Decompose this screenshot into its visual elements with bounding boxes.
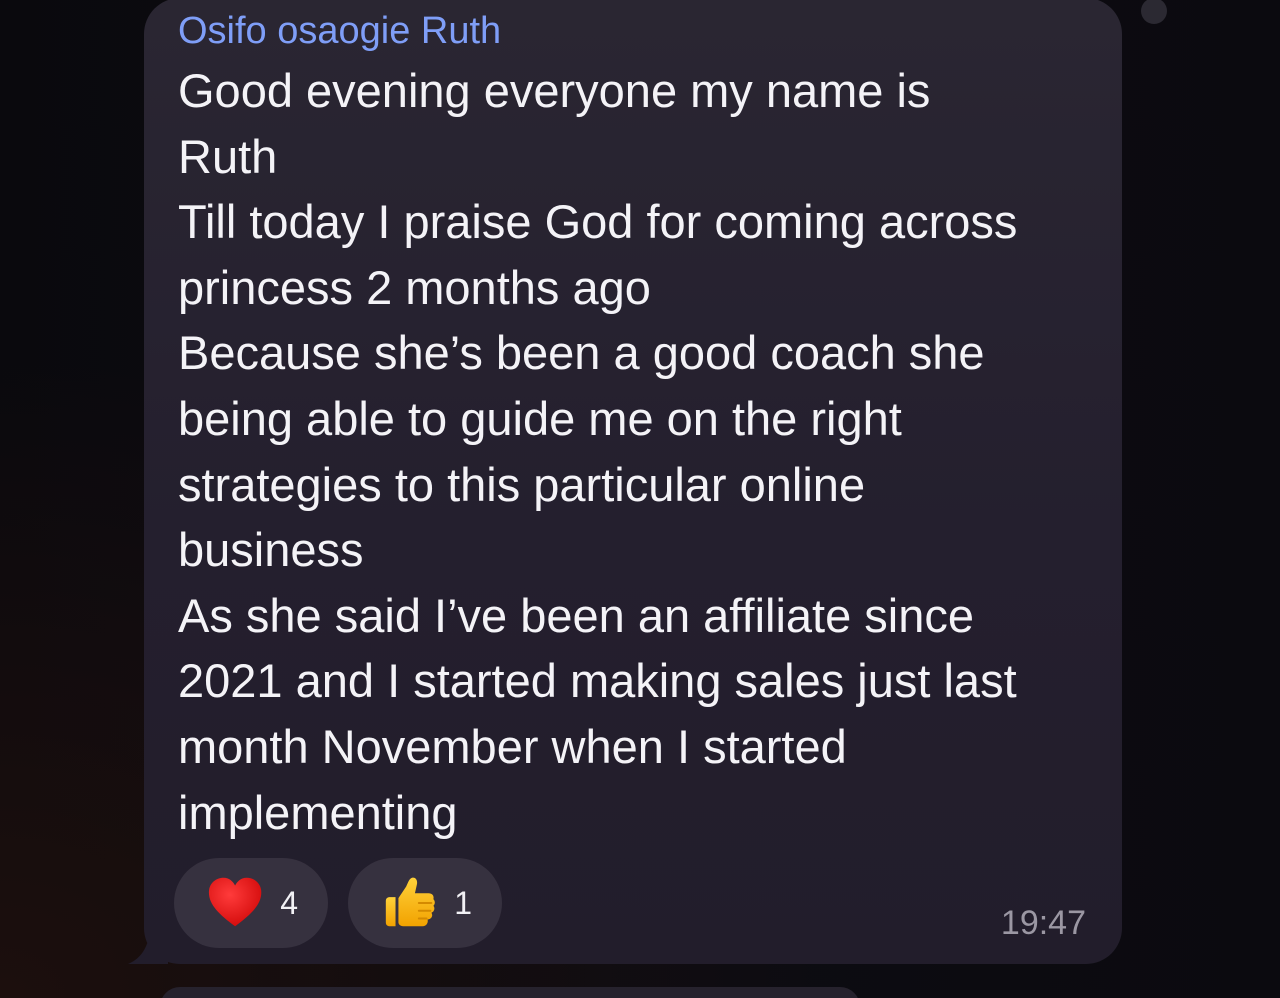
thumbs-up-icon <box>385 877 435 927</box>
message-line: month November when I started <box>178 719 847 773</box>
message-line: business <box>178 523 364 577</box>
message-line: implementing <box>178 785 458 839</box>
message-line: Because she’s been a good coach she <box>178 326 985 380</box>
message-line: Good evening everyone my name is <box>178 64 931 117</box>
reaction-thumbs-up[interactable]: 1 <box>348 858 502 948</box>
message-line: being able to guide me on the right <box>178 391 902 445</box>
next-message-bubble[interactable] <box>160 987 860 998</box>
reaction-count: 1 <box>454 884 472 921</box>
chat-screen: Osifo osaogie Ruth Good evening everyone… <box>0 0 1280 998</box>
unread-indicator-dot <box>1141 0 1167 24</box>
heart-icon <box>208 877 262 927</box>
message-line: Ruth <box>178 129 278 183</box>
message-line: As she said I’ve been an affiliate since <box>178 588 975 642</box>
message-line: Till today I praise God for coming acros… <box>178 195 1018 249</box>
message-timestamp: 19:47 <box>1000 904 1086 942</box>
reaction-heart[interactable]: 4 <box>174 858 328 948</box>
message-line: 2021 and I started making sales just las… <box>178 654 1017 708</box>
sender-name[interactable]: Osifo osaogie Ruth <box>178 6 1088 56</box>
reactions-row: 4 1 <box>174 858 502 948</box>
message-line: strategies to this particular online <box>178 457 866 511</box>
message-line: princess 2 months ago <box>178 260 651 314</box>
reaction-count: 4 <box>280 884 298 921</box>
message-bubble[interactable]: Osifo osaogie Ruth Good evening everyone… <box>144 0 1122 964</box>
message-text: Good evening everyone my name is Ruth Ti… <box>178 58 1088 845</box>
